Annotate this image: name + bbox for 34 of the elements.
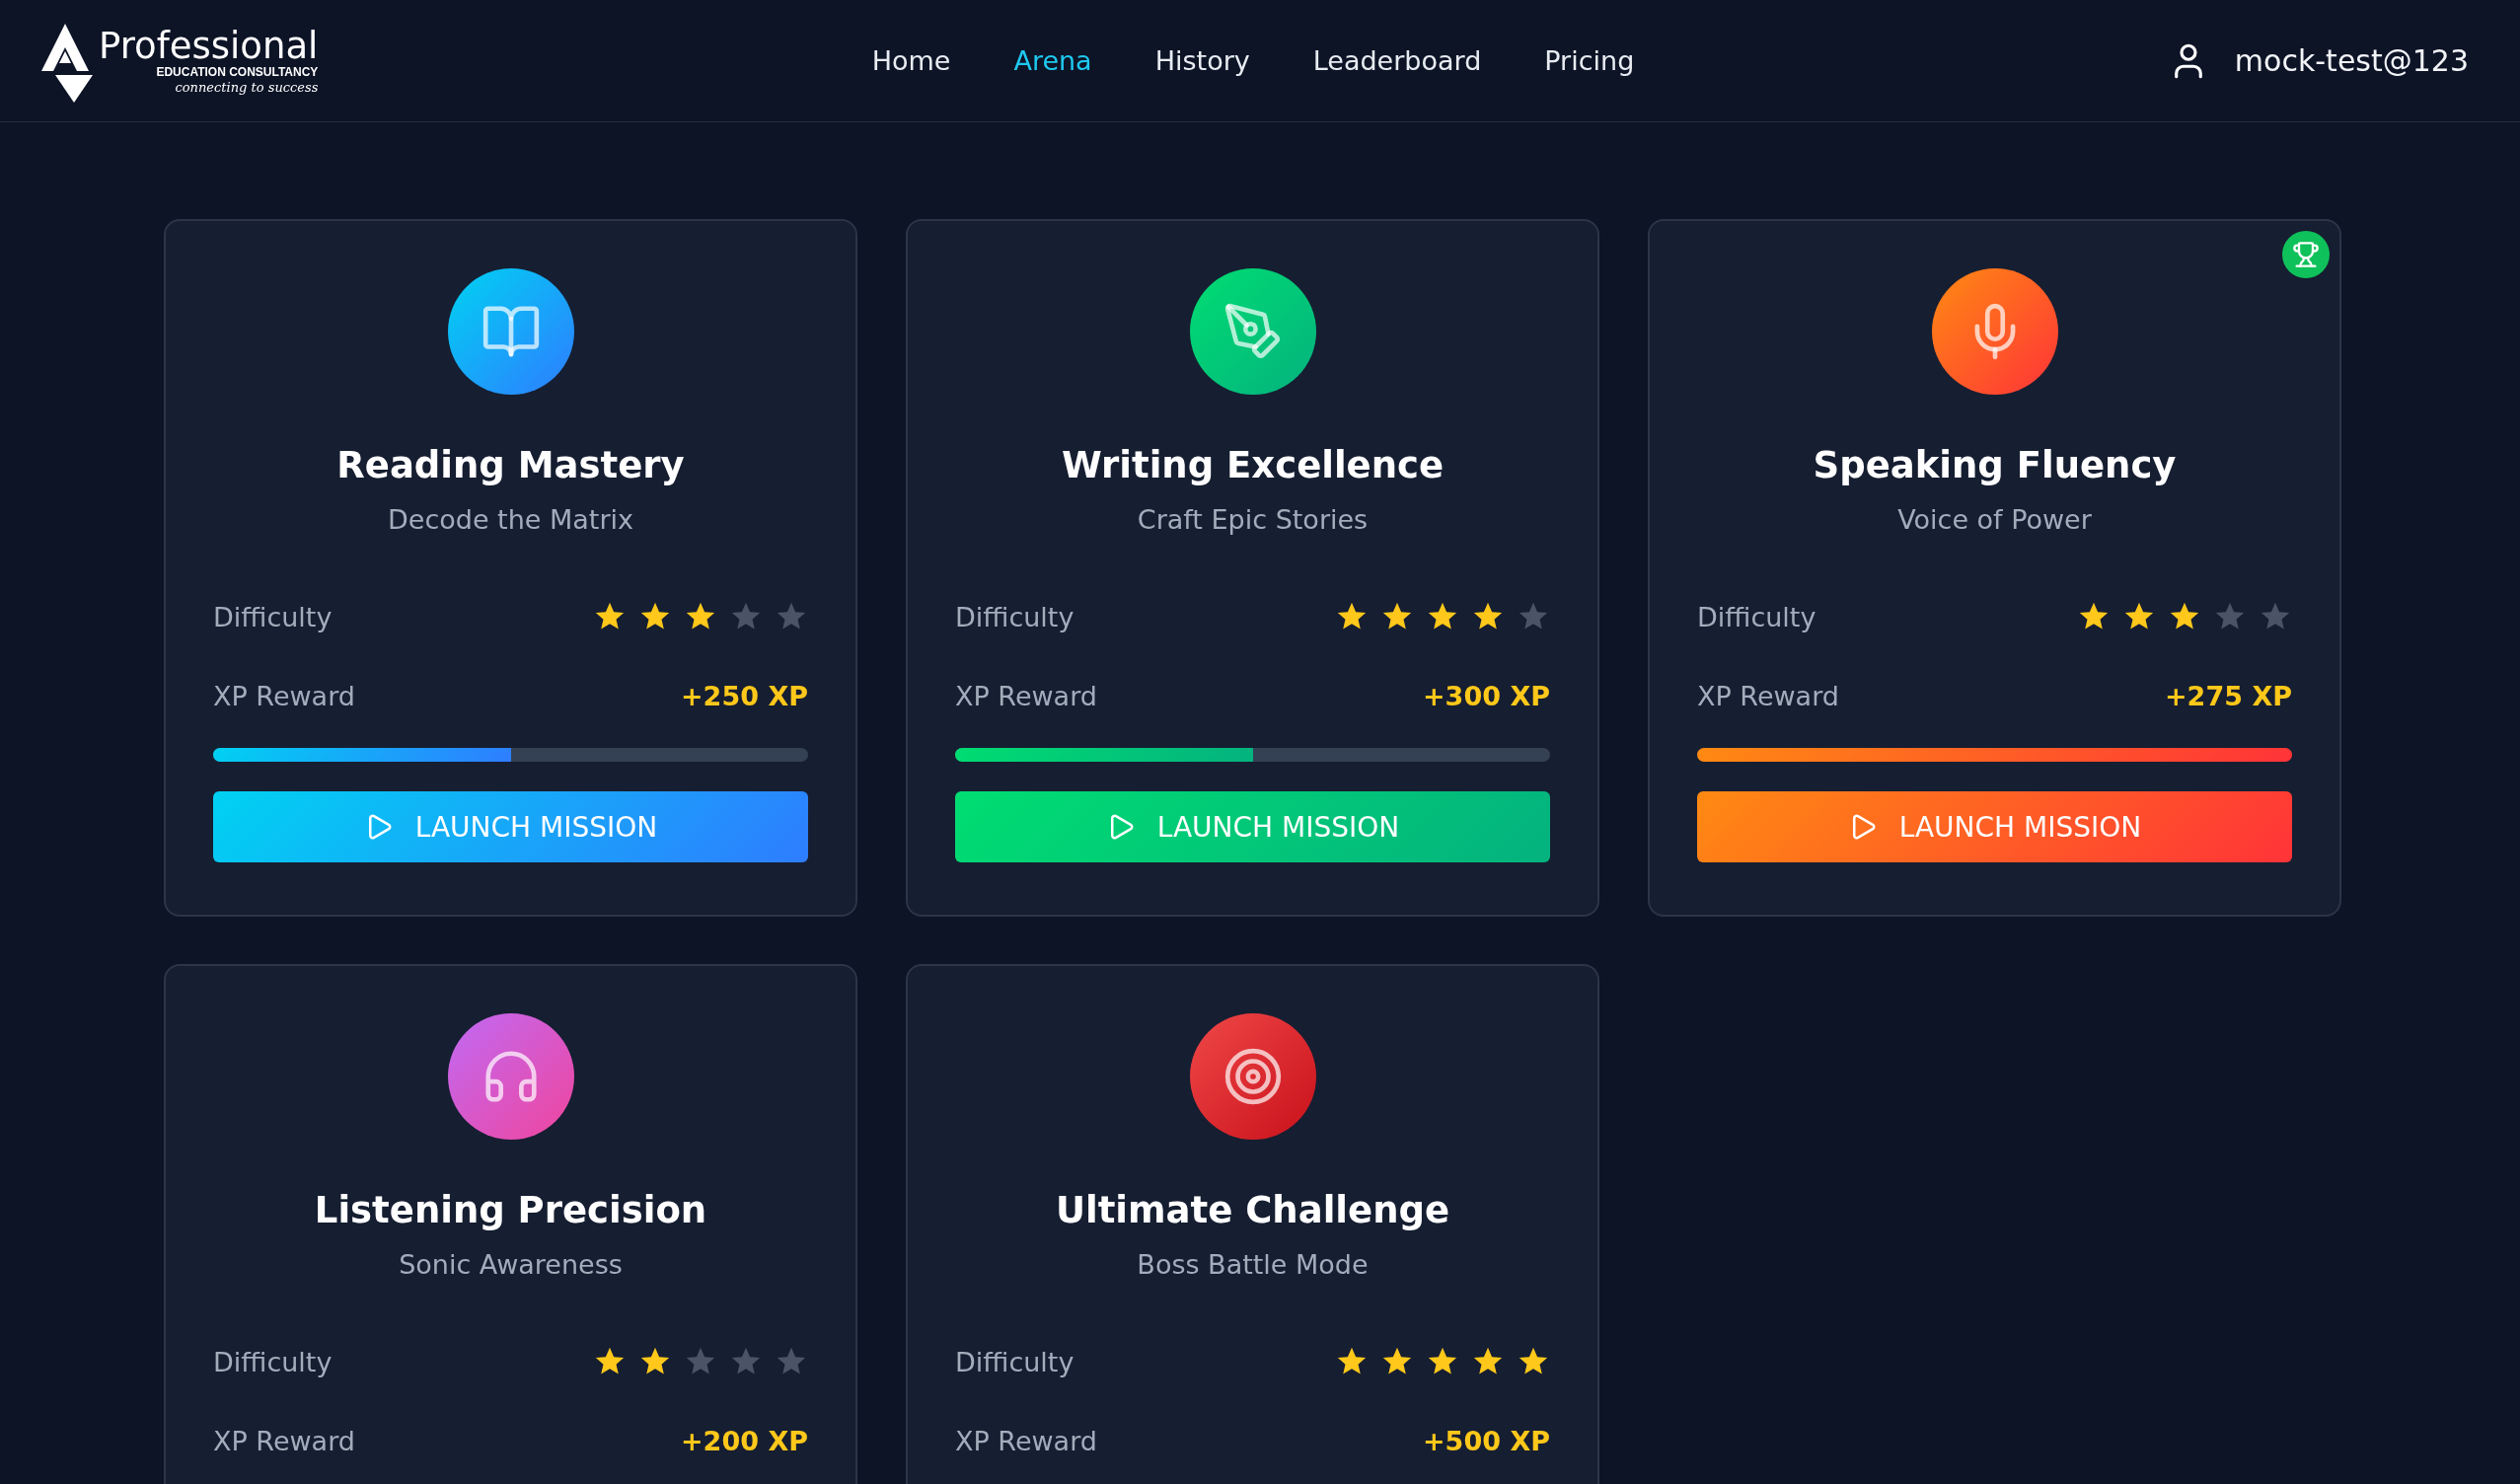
mission-title: Ultimate Challenge [1055, 1189, 1450, 1231]
nav-link[interactable]: Leaderboard [1312, 45, 1482, 76]
difficulty-label: Difficulty [213, 1346, 333, 1377]
mission-subtitle: Boss Battle Mode [1137, 1249, 1369, 1280]
nav-link[interactable]: Home [871, 45, 951, 76]
user-name: mock-test@123 [2234, 43, 2469, 78]
mission-subtitle: Decode the Matrix [388, 504, 633, 535]
difficulty-label: Difficulty [213, 601, 333, 632]
mission-subtitle: Sonic Awareness [399, 1249, 623, 1280]
xp-label: XP Reward [1697, 681, 1839, 711]
nav-link[interactable]: Pricing [1544, 45, 1635, 76]
xp-value: +500 XP [1423, 1426, 1550, 1456]
mission-title: Listening Precision [314, 1189, 707, 1231]
difficulty-label: Difficulty [955, 601, 1075, 632]
difficulty-label: Difficulty [955, 1346, 1075, 1377]
difficulty-label: Difficulty [1697, 601, 1816, 632]
xp-value: +250 XP [681, 681, 808, 711]
xp-value: +300 XP [1423, 681, 1550, 711]
logo-name: Professional [99, 28, 319, 64]
nav-link[interactable]: Arena [1013, 45, 1092, 76]
mission-subtitle: Voice of Power [1897, 504, 2092, 535]
xp-value: +200 XP [681, 1426, 808, 1456]
xp-value: +275 XP [2165, 681, 2292, 711]
xp-label: XP Reward [213, 681, 355, 711]
xp-label: XP Reward [213, 1426, 355, 1456]
mission-title: Speaking Fluency [1813, 444, 2177, 486]
xp-label: XP Reward [955, 681, 1097, 711]
xp-label: XP Reward [955, 1426, 1097, 1456]
nav-link[interactable]: History [1154, 45, 1250, 76]
mission-subtitle: Craft Epic Stories [1137, 504, 1369, 535]
logo-motto: connecting to success [175, 81, 319, 94]
mission-title: Writing Excellence [1061, 444, 1445, 486]
mission-title: Reading Mastery [336, 444, 685, 486]
logo-tagline: EDUCATION CONSULTANCY [156, 66, 319, 78]
